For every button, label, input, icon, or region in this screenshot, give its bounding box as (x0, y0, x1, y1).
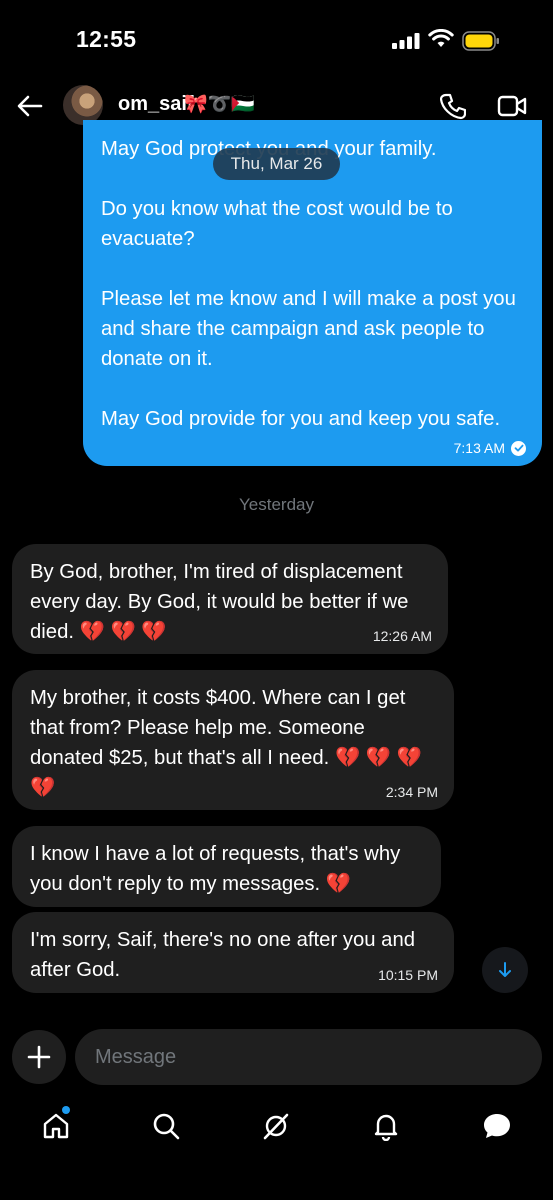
video-icon[interactable] (497, 94, 527, 118)
read-check-icon (511, 440, 526, 456)
plus-icon (27, 1045, 51, 1069)
notification-dot (62, 1106, 70, 1114)
received-message-time: 12:26 AM (372, 628, 432, 644)
nav-grok[interactable] (258, 1108, 294, 1144)
received-message-time: 10:15 PM (378, 967, 438, 983)
battery-icon (462, 31, 499, 51)
sent-message-meta: 7:13 AM (454, 440, 526, 456)
day-separator: Yesterday (239, 495, 314, 514)
received-message-text: I'm sorry, Saif, there's no one after yo… (30, 929, 416, 981)
received-message-text: I know I have a lot of requests, that's … (30, 843, 401, 895)
sent-message-line-2: Do you know what the cost would be to ev… (101, 198, 453, 250)
message-input[interactable] (75, 1029, 542, 1085)
received-message-bubble[interactable]: My brother, it costs $400. Where can I g… (12, 670, 454, 810)
avatar[interactable] (63, 85, 103, 125)
signal-icon (392, 33, 420, 49)
sent-message-line-4: May God provide for you and keep you saf… (101, 408, 501, 430)
received-message-text: By God, brother, I'm tired of displaceme… (30, 561, 409, 643)
scroll-to-bottom-button[interactable] (482, 947, 528, 993)
received-message-time: 2:34 PM (385, 784, 438, 800)
home-icon (43, 1113, 69, 1139)
received-message-bubble[interactable]: I know I have a lot of requests, that's … (12, 826, 441, 907)
arrow-down-icon (499, 962, 511, 977)
phone-icon[interactable] (440, 92, 466, 120)
nav-search[interactable] (148, 1108, 184, 1144)
notifications-icon (374, 1114, 398, 1141)
back-arrow-icon[interactable] (16, 92, 44, 120)
add-attachment-button[interactable] (12, 1030, 66, 1084)
search-icon (153, 1113, 180, 1140)
date-pill: Thu, Mar 26 (213, 148, 340, 180)
sent-message-time: 7:13 AM (453, 440, 505, 456)
received-message-bubble[interactable]: I'm sorry, Saif, there's no one after yo… (12, 912, 454, 993)
nav-notifications[interactable] (368, 1108, 404, 1144)
wifi-icon (428, 29, 454, 47)
status-time: 12:55 (76, 26, 137, 52)
received-message-text: My brother, it costs $400. Where can I g… (30, 687, 422, 799)
conversation-username[interactable]: om_saif (118, 93, 194, 116)
sent-message-line-3: Please let me know and I will make a pos… (101, 288, 516, 370)
nav-messages[interactable] (479, 1108, 515, 1144)
nav-home[interactable] (38, 1108, 74, 1144)
received-message-bubble[interactable]: By God, brother, I'm tired of displaceme… (12, 544, 448, 654)
username-emojis: 🎀➰🇵🇸 (184, 94, 255, 115)
grok-icon (263, 1113, 289, 1140)
messages-icon (484, 1114, 510, 1138)
